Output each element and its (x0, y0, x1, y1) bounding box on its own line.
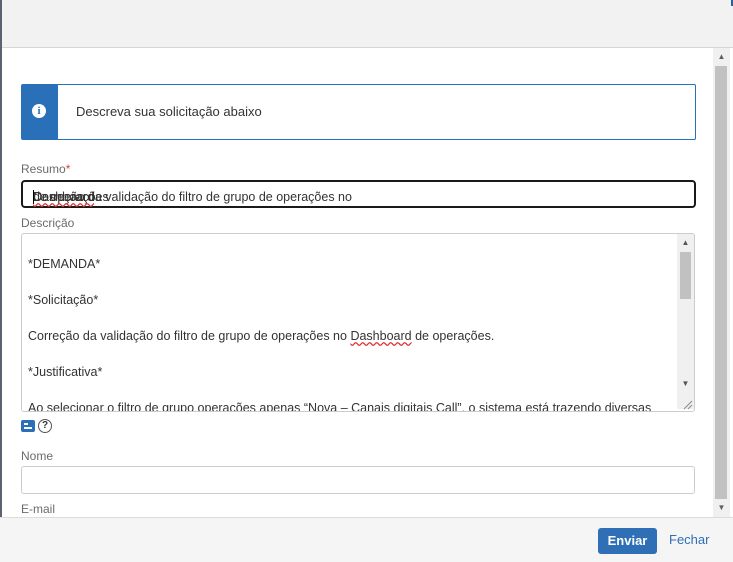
descricao-scroll-thumb[interactable] (680, 252, 691, 299)
text-format-icon-stroke (24, 423, 28, 425)
scroll-up-arrow-icon[interactable]: ▲ (713, 50, 730, 64)
scroll-down-arrow-icon[interactable]: ▼ (713, 501, 730, 515)
descricao-line-cut: Ao selecionar o filtro de grupo operaçõe… (28, 401, 652, 412)
text-format-icon-stroke (24, 427, 32, 429)
send-button[interactable]: Enviar (598, 528, 657, 554)
descricao-line-demanda: *DEMANDA* (28, 257, 101, 271)
close-link[interactable]: Fechar (669, 532, 709, 547)
descricao-line-body: Correção da validação do filtro de grupo… (28, 329, 494, 343)
resumo-label-text: Resumo (21, 162, 66, 176)
resumo-text-part-end: de operações (33, 190, 109, 204)
dialog-footer: Enviar Fechar (0, 517, 733, 562)
info-banner-text: Descreva sua solicitação abaixo (76, 104, 262, 119)
resize-grip-icon[interactable] (681, 398, 693, 410)
info-banner-bar: i (22, 85, 58, 139)
text-format-icon[interactable] (21, 420, 35, 432)
dialog-body: i Descreva sua solicitação abaixo Resumo… (2, 48, 713, 517)
info-banner: i Descreva sua solicitação abaixo (21, 84, 696, 140)
help-icon[interactable]: ? (38, 419, 52, 433)
descricao-scrollbar[interactable]: ▲ ▼ (677, 234, 694, 409)
dialog-scroll-thumb[interactable] (715, 66, 727, 499)
required-mark: * (65, 162, 71, 176)
scroll-down-arrow-icon[interactable]: ▼ (677, 377, 694, 391)
info-icon: i (32, 104, 46, 118)
descricao-body-part: Correção da validação do filtro de grupo… (28, 329, 351, 343)
descricao-label: Descrição (21, 216, 75, 230)
resumo-label: Resumo* (21, 162, 70, 176)
scroll-up-arrow-icon[interactable]: ▲ (677, 236, 694, 250)
dialog-scrollbar[interactable]: ▲ ▼ (713, 48, 730, 517)
nome-label: Nome (21, 449, 54, 463)
email-label: E-mail (21, 502, 56, 516)
text-cursor (33, 190, 34, 204)
descricao-line-solicitacao: *Solicitação* (28, 293, 99, 307)
descricao-line-justificativa: *Justificativa* (28, 365, 103, 379)
nome-input[interactable] (21, 466, 695, 494)
descricao-textarea[interactable]: *DEMANDA* *Solicitação* Correção da vali… (21, 233, 695, 412)
descricao-body-part-end: de operações. (411, 329, 495, 343)
descricao-misspelled-word: Dashboard (350, 329, 412, 343)
dialog-header (0, 0, 733, 561)
resumo-input[interactable]: Correção da validação do filtro de grupo… (21, 180, 696, 208)
